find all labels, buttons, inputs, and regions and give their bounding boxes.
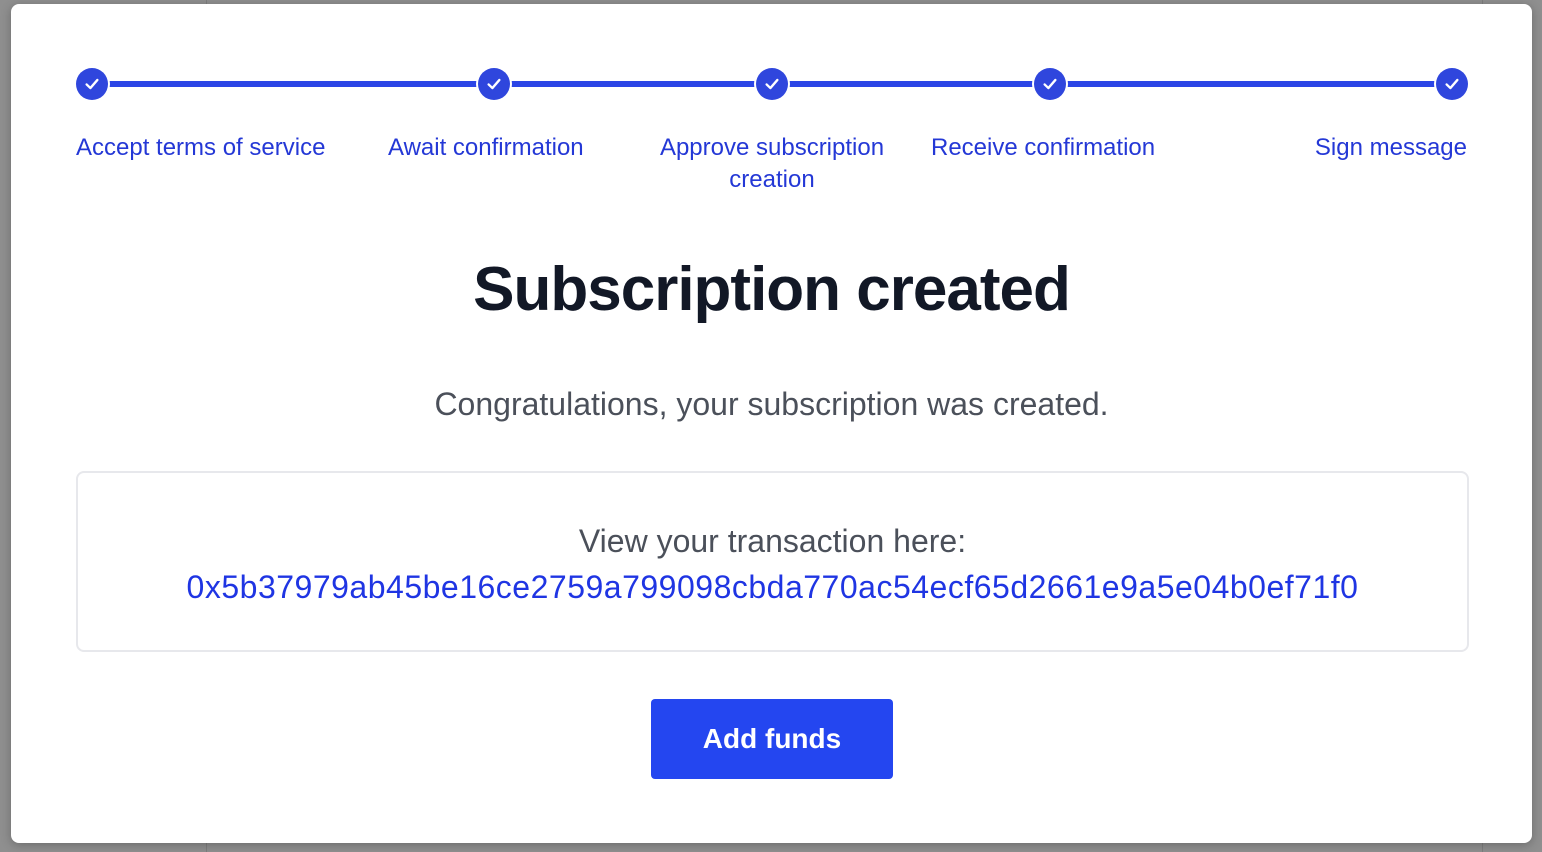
transaction-label: View your transaction here: [578,523,967,559]
step-5-check-icon [1436,68,1468,100]
step-3-check-icon [756,68,788,100]
transaction-hash-link[interactable]: 0x5b37979ab45be16ce2759a799098cbda770ac5… [78,567,1467,607]
progress-stepper: Accept terms of service Await confirmati… [11,4,1532,204]
step-2-check-icon [478,68,510,100]
transaction-box: View your transaction here: 0x5b37979ab4… [76,471,1469,652]
success-message: Congratulations, your subscription was c… [434,386,1109,422]
subscription-created-modal: Accept terms of service Await confirmati… [11,4,1532,843]
page-title: Subscription created [473,255,1071,324]
step-label-sign-message: Sign message [1314,134,1467,161]
add-funds-button[interactable]: Add funds [651,699,893,779]
step-label-accept-terms: Accept terms of service [76,134,326,161]
step-label-await-confirmation: Await confirmation [388,134,584,161]
step-4-check-icon [1034,68,1066,100]
step-1-check-icon [76,68,108,100]
step-label-receive-confirmation: Receive confirmation [931,134,1156,161]
step-label-approve-subscription: Approve subscription creation [659,134,885,193]
